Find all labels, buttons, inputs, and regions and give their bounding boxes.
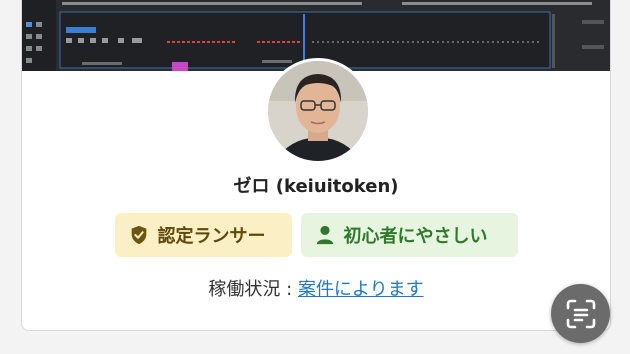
beginner-friendly-badge[interactable]: 初心者にやさしい [300, 213, 518, 257]
availability-link[interactable]: 案件によります [298, 279, 424, 300]
username: ゼロ (keiuitoken) [233, 176, 399, 197]
beginner-friendly-label: 初心者にやさしい [343, 226, 488, 247]
availability-status: 稼働状況 : 案件によります [22, 275, 610, 301]
shield-check-icon [131, 225, 146, 245]
verified-lancer-badge[interactable]: 認定ランサー [114, 213, 292, 257]
person-icon [316, 225, 333, 245]
text-scan-icon [566, 299, 595, 328]
profile-card: ゼロ (keiuitoken) 認定ランサー 初心者にやさしい 稼働状況 : 案… [21, 0, 611, 331]
user-avatar-photo-icon [268, 61, 368, 161]
verified-lancer-label: 認定ランサー [157, 226, 266, 247]
badge-row: 認定ランサー 初心者にやさしい [22, 213, 610, 257]
text-scan-button[interactable] [551, 284, 610, 343]
avatar[interactable] [265, 58, 371, 164]
availability-label: 稼働状況 : [208, 279, 298, 300]
